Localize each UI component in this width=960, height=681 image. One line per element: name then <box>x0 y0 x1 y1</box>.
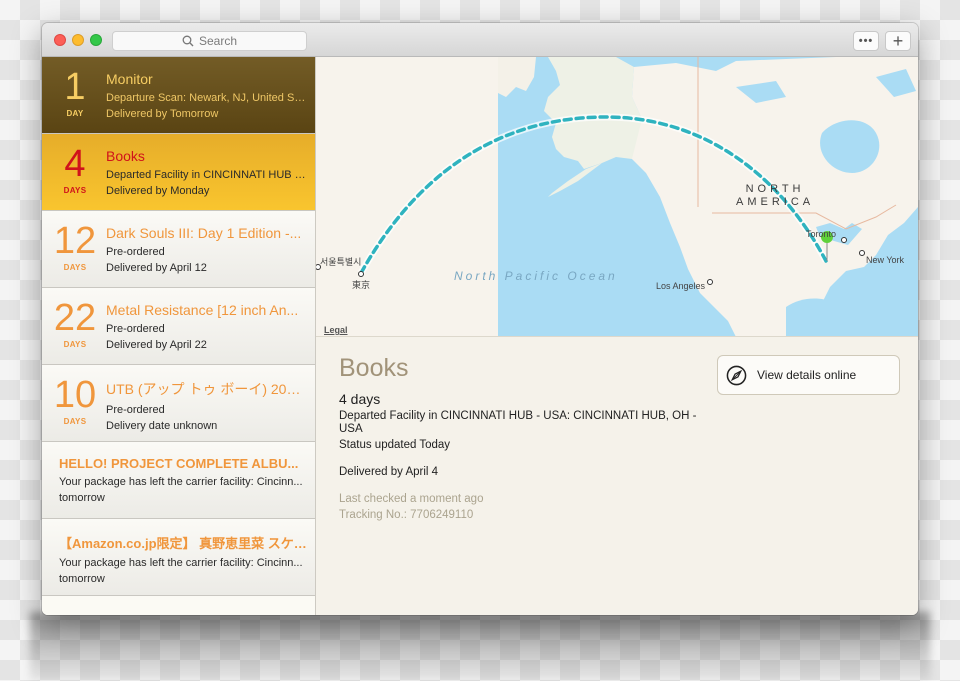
detail-panel: Books 4 days Departed Facility in CINCIN… <box>316 338 918 615</box>
label-tokyo: 東京 <box>352 280 371 290</box>
delivery-text: UTB (アップ トゥ ボーイ) 2016… Pre-ordered Deliv… <box>106 379 306 434</box>
delivery-title: 【Amazon.co.jp限定】 真野恵里菜 スケ… <box>59 536 307 551</box>
delivery-status: Pre-ordered <box>106 246 165 258</box>
new-york-marker <box>859 250 865 256</box>
label-continent-line2: AMERICA <box>736 196 815 208</box>
delivery-eta: tomorrow <box>59 492 105 504</box>
delivery-text: Monitor Departure Scan: Newark, NJ, Unit… <box>106 71 306 122</box>
delivery-eta: Delivery date unknown <box>106 420 218 432</box>
minimize-button[interactable] <box>72 34 84 46</box>
delivery-status: Departed Facility in CINCINNATI HUB -... <box>106 169 306 181</box>
label-new-york: New York <box>866 255 905 265</box>
delivery-eta: tomorrow <box>59 573 105 585</box>
delivery-text: Books Departed Facility in CINCINNATI HU… <box>106 148 306 199</box>
delivery-eta: Delivered by April 22 <box>106 339 207 351</box>
delivery-list-item[interactable]: 10 DAYS UTB (アップ トゥ ボーイ) 2016… Pre-ordere… <box>42 365 315 442</box>
delivery-status: Pre-ordered <box>106 323 165 335</box>
detail-days: 4 days <box>339 391 381 407</box>
close-button[interactable] <box>54 34 66 46</box>
label-seoul: 서울특별시 <box>320 257 362 267</box>
search-placeholder: Search <box>198 34 238 48</box>
label-continent-line1: NORTH <box>745 183 805 195</box>
more-button[interactable]: ••• <box>853 31 879 51</box>
label-ocean: North Pacific Ocean <box>454 269 618 283</box>
days-unit: DAYS <box>63 340 87 349</box>
detail-updated: Status updated Today <box>339 439 451 451</box>
delivery-text: Dark Souls III: Day 1 Edition -... Pre-o… <box>106 225 306 276</box>
window-shadow <box>30 612 930 681</box>
days-unit: DAY <box>66 109 84 118</box>
delivery-list-item[interactable]: 【Amazon.co.jp限定】 真野恵里菜 スケ… Your package … <box>42 519 315 596</box>
days-count: 10 <box>53 374 97 416</box>
delivery-eta: Delivered by Monday <box>106 185 210 197</box>
days-unit: DAYS <box>63 186 87 195</box>
delivery-status: Your package has left the carrier facili… <box>59 476 303 488</box>
add-delivery-button[interactable]: + <box>885 31 911 51</box>
map-view[interactable]: 서울특별시 東京 Toronto New York Los Angeles No… <box>316 57 918 337</box>
detail-tracking-number: Tracking No.: 7706249110 <box>339 509 474 521</box>
delivery-status: Your package has left the carrier facili… <box>59 557 303 569</box>
delivery-title: HELLO! PROJECT COMPLETE ALBU... <box>59 456 299 471</box>
label-los-angeles: Los Angeles <box>656 281 706 291</box>
delivery-title: Books <box>106 148 145 164</box>
detail-last-checked: Last checked a moment ago <box>339 493 484 505</box>
delivery-status: Pre-ordered <box>106 404 165 416</box>
delivery-text: Metal Resistance [12 inch An... Pre-orde… <box>106 302 306 353</box>
list-item-partial[interactable] <box>42 596 315 615</box>
delivery-eta: Delivered by Tomorrow <box>106 108 219 120</box>
delivery-eta: Delivered by April 12 <box>106 262 207 274</box>
delivery-list-item[interactable]: 22 DAYS Metal Resistance [12 inch An... P… <box>42 288 315 365</box>
delivery-title: Monitor <box>106 71 153 87</box>
map-canvas <box>316 57 918 336</box>
plus-icon: + <box>892 30 904 51</box>
days-count: 4 <box>64 143 86 185</box>
zoom-button[interactable] <box>90 34 102 46</box>
view-details-label: View details online <box>757 368 857 382</box>
days-count: 12 <box>53 220 97 262</box>
titlebar: Search ••• + <box>42 23 918 57</box>
days-count: 22 <box>53 297 97 339</box>
view-details-online-button[interactable]: View details online <box>717 355 900 395</box>
delivery-text: 【Amazon.co.jp限定】 真野恵里菜 スケ… Your package … <box>59 533 307 587</box>
legal-link[interactable]: Legal <box>324 325 348 335</box>
delivery-title: Metal Resistance [12 inch An... <box>106 302 299 318</box>
days-unit: DAYS <box>63 263 87 272</box>
label-toronto: Toronto <box>806 229 837 239</box>
label-continent: NORTH AMERICA <box>736 183 814 209</box>
ellipsis-icon: ••• <box>858 35 874 47</box>
toronto-marker <box>841 237 847 243</box>
delivery-title: Dark Souls III: Day 1 Edition -... <box>106 225 302 241</box>
delivery-status: Departure Scan: Newark, NJ, United St... <box>106 92 306 104</box>
tokyo-marker <box>358 271 364 277</box>
search-input[interactable]: Search <box>112 31 307 51</box>
detail-title: Books <box>339 354 409 382</box>
los-angeles-marker <box>707 279 713 285</box>
delivery-list-item[interactable]: 1 DAY Monitor Departure Scan: Newark, NJ,… <box>42 57 315 134</box>
delivery-title: UTB (アップ トゥ ボーイ) 2016… <box>106 381 306 397</box>
days-unit: DAYS <box>63 417 87 426</box>
days-count: 1 <box>64 66 86 108</box>
deliveries-window: Search ••• + 1 DAY Monitor Departure Scan… <box>42 23 918 615</box>
delivery-list-item[interactable]: 4 DAYS Books Departed Facility in CINCINN… <box>42 134 315 211</box>
delivery-text: HELLO! PROJECT COMPLETE ALBU... Your pac… <box>59 456 307 506</box>
search-icon <box>182 35 194 47</box>
compass-icon <box>726 365 747 385</box>
deliveries-list: 1 DAY Monitor Departure Scan: Newark, NJ,… <box>42 57 316 615</box>
detail-status: Departed Facility in CINCINNATI HUB - US… <box>339 410 697 435</box>
delivery-list-item[interactable]: HELLO! PROJECT COMPLETE ALBU... Your pac… <box>42 442 315 519</box>
delivery-list-item[interactable]: 12 DAYS Dark Souls III: Day 1 Edition -..… <box>42 211 315 288</box>
detail-delivered: Delivered by April 4 <box>339 466 439 478</box>
